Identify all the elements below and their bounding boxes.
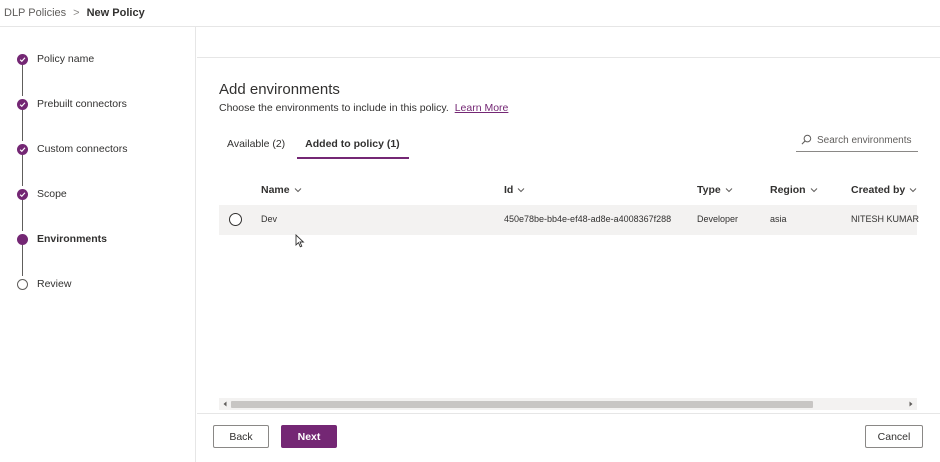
column-header-type[interactable]: Type (697, 184, 733, 196)
subtitle-text: Choose the environments to include in th… (219, 102, 449, 114)
search-input[interactable] (817, 135, 917, 146)
column-header-label: Id (504, 184, 514, 196)
environments-table: Name Id Type Region Created by Dev 450e7… (219, 176, 919, 235)
column-header-label: Name (261, 184, 290, 196)
chevron-down-icon (725, 188, 733, 193)
cell-type: Developer (697, 214, 739, 224)
step-environments[interactable]: Environments (17, 232, 107, 246)
breadcrumb: DLP Policies > New Policy (0, 0, 940, 27)
search-icon (801, 134, 812, 148)
page-title: Add environments (219, 81, 340, 98)
tab-list: Available (2) Added to policy (1) (219, 131, 409, 159)
step-connector-line (22, 244, 23, 276)
horizontal-scrollbar[interactable] (219, 398, 917, 410)
chevron-down-icon (909, 188, 917, 193)
step-label: Scope (37, 188, 67, 200)
step-review[interactable]: Review (17, 277, 71, 291)
step-label: Custom connectors (37, 143, 128, 155)
step-connector-line (22, 64, 23, 96)
column-header-label: Region (770, 184, 806, 196)
check-icon (17, 53, 28, 65)
column-header-name[interactable]: Name (261, 184, 302, 196)
scroll-left-arrow-icon[interactable] (221, 400, 229, 408)
step-prebuilt-connectors[interactable]: Prebuilt connectors (17, 97, 127, 111)
table-row[interactable]: Dev 450e78be-bb4e-ef48-ad8e-a4008367f288… (219, 205, 920, 235)
column-header-created-by[interactable]: Created by (851, 184, 917, 196)
breadcrumb-current: New Policy (86, 7, 145, 19)
breadcrumb-separator: > (73, 7, 80, 19)
wizard-steps-panel: Policy name Prebuilt connectors Custom c… (0, 27, 196, 462)
page-subtitle: Choose the environments to include in th… (219, 102, 508, 114)
column-header-label: Type (697, 184, 721, 196)
search-box[interactable] (796, 130, 918, 152)
back-button[interactable]: Back (213, 425, 269, 448)
chevron-down-icon (517, 188, 525, 193)
cancel-button[interactable]: Cancel (865, 425, 923, 448)
next-button[interactable]: Next (281, 425, 337, 448)
learn-more-link[interactable]: Learn More (455, 102, 509, 114)
cell-created-by: NITESH KUMAR (851, 214, 920, 224)
step-label: Policy name (37, 53, 95, 65)
chevron-down-icon (294, 188, 301, 193)
pending-step-icon (17, 278, 28, 290)
step-connector-line (22, 199, 23, 231)
cell-name: Dev (261, 214, 278, 224)
step-connector-line (22, 154, 23, 186)
table-header: Name Id Type Region Created by (219, 176, 917, 204)
column-header-label: Created by (851, 184, 906, 196)
column-header-id[interactable]: Id (504, 184, 525, 196)
check-icon (17, 188, 28, 200)
step-label: Environments (37, 233, 108, 245)
cell-id: 450e78be-bb4e-ef48-ad8e-a4008367f288 (504, 214, 672, 224)
scrollbar-thumb[interactable] (231, 401, 813, 408)
mouse-cursor-icon (295, 234, 305, 248)
step-scope[interactable]: Scope (17, 187, 67, 201)
step-label: Review (37, 278, 72, 290)
check-icon (17, 98, 28, 110)
step-custom-connectors[interactable]: Custom connectors (17, 142, 127, 156)
check-icon (17, 143, 28, 155)
footer-bar: Back Next Cancel (197, 413, 940, 462)
chevron-down-icon (810, 188, 817, 193)
content-top-bar (197, 27, 940, 58)
scroll-right-arrow-icon[interactable] (907, 400, 915, 408)
tab-added-to-policy[interactable]: Added to policy (1) (297, 131, 409, 159)
breadcrumb-dlp-policies[interactable]: DLP Policies (4, 7, 66, 19)
step-connector-line (22, 109, 23, 141)
step-policy-name[interactable]: Policy name (17, 52, 94, 66)
current-step-icon (17, 233, 28, 245)
tab-available[interactable]: Available (2) (219, 131, 294, 159)
step-label: Prebuilt connectors (37, 98, 127, 110)
row-select-radio[interactable] (229, 213, 242, 226)
column-header-region[interactable]: Region (770, 184, 818, 196)
cell-region: asia (770, 214, 787, 224)
